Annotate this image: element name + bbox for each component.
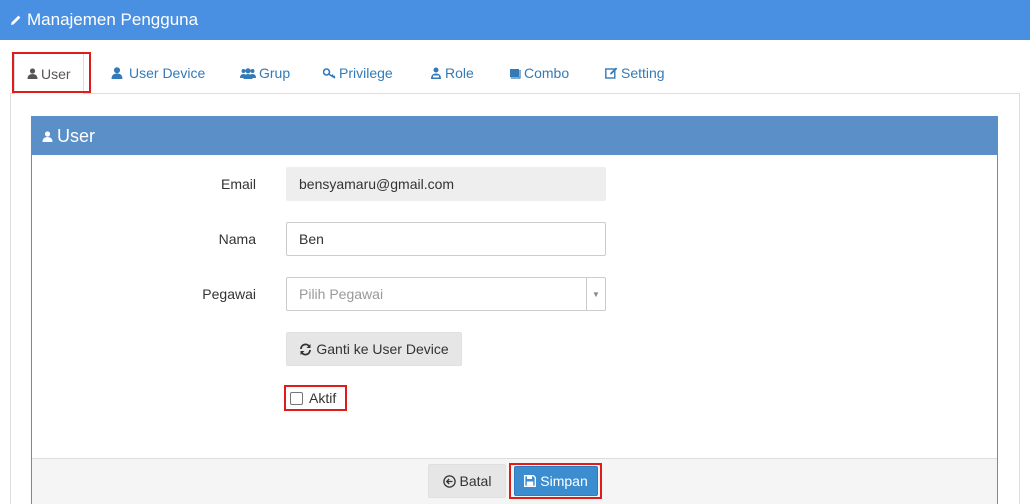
user-icon [42, 130, 53, 142]
tab-label: User Device [129, 65, 206, 81]
cancel-label: Batal [459, 473, 492, 489]
cancel-button[interactable]: Batal [428, 464, 506, 498]
page-title: Manajemen Pengguna [27, 10, 199, 29]
chevron-down-icon[interactable]: ▼ [586, 278, 605, 310]
user-icon [27, 68, 38, 79]
tab-grup[interactable]: Grup [240, 52, 290, 94]
edit-icon [605, 67, 618, 79]
pegawai-select[interactable]: Pilih Pegawai ▼ [286, 277, 606, 311]
tab-label: Role [445, 65, 474, 81]
tab-label: Privilege [339, 65, 393, 81]
tab-label: Setting [621, 65, 665, 81]
tab-setting[interactable]: Setting [605, 52, 665, 94]
key-icon [323, 67, 336, 79]
panel-title: User [57, 125, 96, 146]
pegawai-placeholder: Pilih Pegawai [299, 286, 384, 302]
refresh-icon [299, 343, 312, 356]
save-button[interactable]: Simpan [514, 466, 598, 496]
users-icon [240, 67, 256, 79]
nama-field[interactable]: Ben [286, 222, 606, 256]
pencil-icon [10, 14, 22, 26]
aktif-checkbox[interactable] [290, 391, 303, 405]
nama-label: Nama [218, 231, 256, 247]
aktif-label: Aktif [309, 390, 337, 406]
tab-role[interactable]: Role [430, 52, 474, 94]
tab-label: Grup [259, 65, 291, 81]
tab-label: Combo [524, 65, 570, 81]
tab-user[interactable]: User [14, 52, 84, 95]
book-icon [509, 68, 521, 79]
tab-bar: User User Device Grup Privilege Role Com… [10, 52, 1020, 95]
aktif-checkbox-wrap[interactable]: Aktif [286, 386, 346, 410]
pegawai-label: Pegawai [202, 286, 256, 302]
tab-user-device[interactable]: User Device [111, 52, 205, 94]
floppy-disk-icon [524, 475, 537, 487]
switch-to-user-device-button[interactable]: Ganti ke User Device [286, 332, 462, 366]
user-icon [111, 67, 123, 79]
tab-combo[interactable]: Combo [509, 52, 569, 94]
tab-privilege[interactable]: Privilege [323, 52, 393, 94]
save-label: Simpan [540, 473, 588, 489]
back-circle-icon [442, 474, 456, 488]
user-role-icon [430, 67, 442, 79]
email-label: Email [220, 176, 256, 192]
switch-button-label: Ganti ke User Device [316, 341, 449, 357]
email-field[interactable]: bensyamaru@gmail.com [286, 167, 606, 201]
tab-label: User [41, 65, 71, 82]
app-header: Manajemen Pengguna [0, 0, 1030, 40]
panel-heading: User [32, 117, 997, 155]
